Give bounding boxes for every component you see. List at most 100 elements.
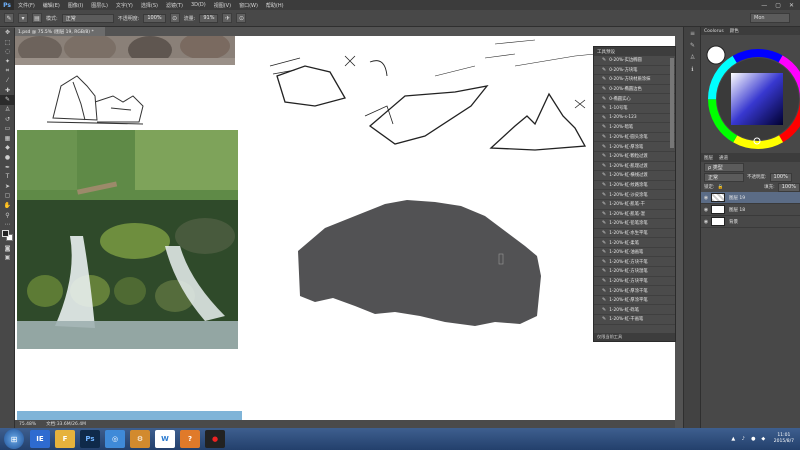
maximize-button[interactable]: ▢ [775,2,781,9]
menu-image[interactable]: 图像(I) [64,2,87,9]
taskbar-settings-icon[interactable]: ⚙ [130,430,150,448]
tool-preset-item[interactable]: ✎ 0-20%-实边椭圆 [594,56,675,66]
document-tab[interactable]: 1.psd @ 75.5% (图层 19, RGB/8) * [15,27,105,36]
tab-channels[interactable]: 通道 [719,155,728,161]
color-swatches[interactable] [0,229,15,243]
menu-view[interactable]: 视图(V) [210,2,235,9]
brush-tool-icon[interactable]: ✎ [0,95,15,105]
menu-window[interactable]: 窗口(W) [235,2,262,9]
healing-tool-icon[interactable]: ✚ [0,86,15,96]
tray-volume-icon[interactable]: ♪ [740,436,747,443]
taskbar-browser-icon[interactable]: ◎ [105,430,125,448]
tool-preset-item[interactable]: ✎ 1-20%-虹-厚涂干笔 [594,286,675,296]
move-tool-icon[interactable]: ✥ [0,28,15,38]
gradient-tool-icon[interactable]: ▦ [0,134,15,144]
lasso-tool-icon[interactable]: ◌ [0,47,15,57]
lock-icon[interactable]: 🔒 [718,185,724,190]
tool-preset-item[interactable]: ✎ 1-20%-虹-干画笔 [594,315,675,325]
tool-preset-item[interactable]: ✎ 1-20%-虹-肌理过渡 [594,162,675,172]
brush-preset-icon[interactable]: ▾ [18,13,28,23]
tab-coolorus[interactable]: Coolorus [704,29,724,34]
mode-select[interactable]: 正常 [61,13,114,23]
tool-preset-item[interactable]: ✎ 0-20%-方块笔 [594,66,675,76]
flow-field[interactable]: 91% [199,13,219,23]
color-wheel[interactable] [701,35,800,153]
tool-preset-item[interactable]: ✎ 1-20%-虹-圆头涂笔 [594,133,675,143]
tray-shield-icon[interactable]: ◆ [760,436,767,443]
foreground-color-swatch[interactable] [2,230,9,238]
tool-preset-item[interactable]: ✎ 1-20%-s-123 [594,114,675,124]
color-wheel-panel[interactable] [701,35,800,153]
tab-layers[interactable]: 图层 [704,155,713,161]
start-button[interactable]: ⊞ [4,429,24,449]
layer-opacity-field[interactable]: 100% [769,172,792,182]
tab-color[interactable]: 颜色 [730,28,739,34]
quick-select-tool-icon[interactable]: ✦ [0,57,15,67]
tool-preset-item[interactable]: ✎ 1-20%-虹-肌笔-湿 [594,210,675,220]
hand-tool-icon[interactable]: ✋ [0,201,15,211]
layer-row[interactable]: ◉ 背景 [701,216,800,228]
tool-preset-item[interactable]: ✎ 0-20%-椭圆边色 [594,85,675,95]
shape-tool-icon[interactable]: ▢ [0,191,15,201]
tool-preset-item[interactable]: ✎ 0-20%-方块材质涂抹 [594,75,675,85]
menu-help[interactable]: 帮助(H) [262,2,288,9]
blur-tool-icon[interactable]: ◆ [0,143,15,153]
tool-preset-item[interactable]: ✎ 1-20%-虹-铅笔涂笔 [594,219,675,229]
clock[interactable]: 11:01 2015/8/7 [774,433,794,445]
menu-file[interactable]: 文件(F) [14,2,39,9]
tool-preset-item[interactable]: ✎ 1-20%-虹-厚涂平笔 [594,296,675,306]
ellipsis-icon[interactable]: ⋯ [0,220,15,230]
info-icon[interactable]: ℹ [684,63,701,75]
tool-preset-item[interactable]: ✎ 1-10号笔 [594,104,675,114]
taskbar-record-icon[interactable]: ● [205,430,225,448]
pressure-size-icon[interactable]: ⊙ [236,13,247,23]
visibility-eye-icon[interactable]: ◉ [701,195,711,201]
current-tool-only-toggle[interactable]: 仅限当前工具 [594,333,675,341]
tray-network-icon[interactable]: ▲ [730,436,737,443]
clone-stamp-tool-icon[interactable]: ♙ [0,105,15,115]
type-tool-icon[interactable]: T [0,172,15,182]
crop-tool-icon[interactable]: ⌗ [0,66,15,76]
quick-mask-icon[interactable]: ◙ [0,243,15,253]
menu-3d[interactable]: 3D(D) [187,2,210,8]
tool-preset-item[interactable]: ✎ 1-20%-虹-纹路涂笔 [594,181,675,191]
eraser-tool-icon[interactable]: ▭ [0,124,15,134]
fill-field[interactable]: 100% [777,182,800,192]
canvas[interactable] [15,36,675,428]
tool-preset-item[interactable]: ✎ 1-20%-虹-方块平笔 [594,277,675,287]
taskbar-w-app-icon[interactable]: W [155,430,175,448]
taskbar-folder-icon[interactable]: F [55,430,75,448]
tool-preset-item[interactable]: ✎ 1-20%-暗笔 [594,123,675,133]
taskbar-ie-icon[interactable]: IE [30,430,50,448]
taskbar-photoshop-icon[interactable]: Ps [80,430,100,448]
tool-preset-item[interactable]: ✎ 1-20%-虹-沙皮涂笔 [594,190,675,200]
pressure-opacity-icon[interactable]: ⊙ [169,13,180,23]
airbrush-icon[interactable]: ✈ [222,13,233,23]
taskbar-help-icon[interactable]: ? [180,430,200,448]
tool-preset-item[interactable]: ✎ 1-20%-虹-厚涂笔 [594,142,675,152]
tool-preset-item[interactable]: ✎ 1-20%-虹-方块干笔 [594,257,675,268]
tool-preset-item[interactable]: ✎ 1-20%-虹-肌笔-干 [594,200,675,210]
blend-mode-select[interactable]: 正常 [704,172,744,182]
layer-row[interactable]: ◉ 图层 19 [701,192,800,204]
menu-filter[interactable]: 滤镜(T) [162,2,187,9]
dodge-tool-icon[interactable]: ● [0,153,15,163]
layer-kind-filter[interactable]: ρ 类型 [704,162,744,172]
zoom-tool-icon[interactable]: ⚲ [0,210,15,220]
close-button[interactable]: ✕ [789,2,794,9]
workspace-select[interactable]: Mon [750,13,790,23]
presets-scrollbar[interactable] [670,58,674,148]
tray-app-icon[interactable]: ● [750,436,757,443]
tool-preset-item[interactable]: ✎ 1-20%-虹-水生平笔 [594,229,675,239]
marquee-tool-icon[interactable]: ⬚ [0,38,15,48]
tool-preset-item[interactable]: ✎ 1-20%-虹-横线过渡 [594,171,675,181]
visibility-eye-icon[interactable]: ◉ [701,219,711,225]
zoom-readout[interactable]: 75.48% [19,422,36,427]
history-panel-icon[interactable]: ≡ [684,27,701,39]
brush-panel-icon[interactable]: ✎ [684,39,701,51]
tool-preset-item[interactable]: ✎ 1-20%-虹-颗粒过渡 [594,152,675,162]
menu-select[interactable]: 选择(S) [137,2,162,9]
brush-panel-icon[interactable]: ▤ [32,13,42,23]
menu-edit[interactable]: 编辑(E) [39,2,64,9]
tool-preset-item[interactable]: ✎ 1-20%-虹-柔笔 [594,238,675,248]
